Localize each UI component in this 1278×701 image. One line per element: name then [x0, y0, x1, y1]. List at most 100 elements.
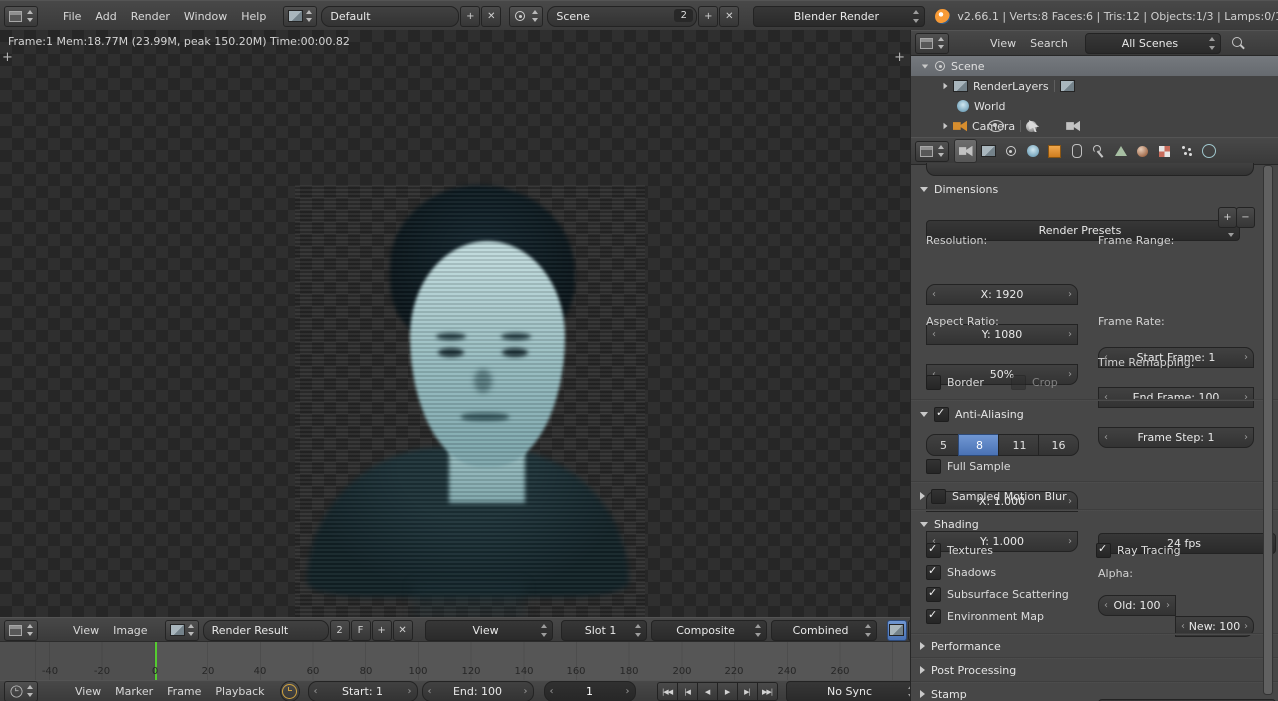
editor-type-button-outliner[interactable] — [915, 33, 949, 54]
ray-tracing-row[interactable]: Ray Tracing — [1096, 543, 1181, 558]
scene-name-field[interactable]: Scene 2 — [547, 6, 697, 27]
screen-browse-button[interactable] — [283, 6, 317, 27]
unlink-image-button[interactable]: ✕ — [393, 620, 413, 641]
menu-image[interactable]: Image — [106, 624, 154, 637]
samples-5-button[interactable]: 5 — [926, 434, 961, 456]
new-image-button[interactable]: + — [372, 620, 392, 641]
properties-tab-physics[interactable] — [1198, 140, 1219, 162]
end-frame-field[interactable]: End: 100 — [422, 681, 534, 701]
render-engine-select[interactable]: Blender Render — [753, 6, 925, 27]
shadows-row[interactable]: Shadows — [926, 565, 996, 580]
panel-header-motion-blur[interactable]: Sampled Motion Blur — [911, 485, 1265, 507]
image-name-field[interactable]: Render Result — [203, 620, 329, 641]
menu-file[interactable]: File — [56, 10, 88, 23]
jump-prev-keyframe-button[interactable]: |◀ — [677, 682, 698, 701]
subsurface-row[interactable]: Subsurface Scattering — [926, 587, 1069, 602]
current-frame-field[interactable]: 1 — [544, 681, 636, 701]
render-slot-select[interactable]: Slot 1 — [561, 620, 647, 641]
panel-header-stamp[interactable]: Stamp — [911, 683, 1265, 701]
crop-checkbox-row[interactable]: Crop — [1011, 375, 1058, 390]
image-editor-viewport[interactable]: Frame:1 Mem:18.77M (23.99M, peak 150.20M… — [0, 30, 910, 617]
properties-tab-scene[interactable] — [1000, 140, 1021, 162]
samples-8-button[interactable]: 8 — [958, 434, 1001, 456]
panel-header-post-processing[interactable]: Post Processing — [911, 659, 1265, 681]
screen-layout-field[interactable]: Default — [321, 6, 459, 27]
full-sample-row[interactable]: Full Sample — [926, 459, 1011, 474]
outliner-scope-select[interactable]: All Scenes — [1085, 33, 1221, 54]
properties-tab-modifiers[interactable] — [1088, 140, 1109, 162]
border-checkbox[interactable] — [926, 375, 941, 390]
editor-type-button-image[interactable] — [4, 620, 38, 641]
outliner-row-camera[interactable]: Camera — [911, 116, 1278, 136]
environment-map-row[interactable]: Environment Map — [926, 609, 1044, 624]
sync-mode-select[interactable]: No Sync — [786, 681, 920, 701]
jump-to-end-button[interactable]: ▶▶| — [757, 682, 778, 701]
delete-screen-button[interactable]: ✕ — [481, 6, 501, 27]
crop-checkbox[interactable] — [1011, 375, 1026, 390]
panel-header-anti-aliasing[interactable]: Anti-Aliasing — [911, 403, 1265, 425]
full-sample-checkbox[interactable] — [926, 459, 941, 474]
menu-view[interactable]: View — [983, 37, 1023, 50]
search-icon[interactable] — [1231, 36, 1245, 50]
properties-tab-world[interactable] — [1022, 140, 1043, 162]
add-preset-button[interactable]: + — [1218, 207, 1237, 228]
properties-tab-render-layers[interactable] — [978, 140, 999, 162]
textures-checkbox[interactable] — [926, 543, 941, 558]
preview-range-toggle[interactable] — [280, 681, 300, 701]
frame-step-field[interactable]: Frame Step: 1 — [1098, 427, 1254, 448]
editor-type-button-properties[interactable] — [915, 141, 949, 162]
anti-aliasing-checkbox[interactable] — [934, 407, 949, 422]
image-browse-button[interactable] — [165, 620, 199, 641]
collapse-icon[interactable] — [922, 64, 928, 68]
region-split-right-icon[interactable]: + — [894, 52, 905, 64]
timeline-track[interactable]: -40 -20 0 20 40 60 80 100 120 140 160 18… — [0, 641, 910, 681]
remap-old-field[interactable]: Old: 100 — [1098, 595, 1176, 616]
scene-users-badge[interactable]: 2 — [674, 9, 693, 22]
panel-header-shading[interactable]: Shading — [911, 513, 1265, 535]
properties-tab-object-data[interactable] — [1110, 140, 1131, 162]
properties-tab-texture[interactable] — [1154, 140, 1175, 162]
expand-icon[interactable] — [944, 83, 948, 89]
properties-tab-render[interactable] — [954, 139, 977, 163]
outliner-row-renderlayers[interactable]: RenderLayers — [911, 76, 1278, 96]
menu-render[interactable]: Render — [124, 10, 177, 23]
properties-tab-constraints[interactable] — [1066, 140, 1087, 162]
expand-icon[interactable] — [944, 123, 948, 129]
subsurface-checkbox[interactable] — [926, 587, 941, 602]
menu-help[interactable]: Help — [234, 10, 273, 23]
motion-blur-checkbox[interactable] — [931, 489, 946, 504]
panel-header-performance[interactable]: Performance — [911, 635, 1265, 657]
start-frame-field[interactable]: Start: 1 — [308, 681, 418, 701]
editing-mode-select[interactable]: View — [425, 620, 553, 641]
restrict-render-camera-icon[interactable] — [1066, 121, 1080, 132]
properties-tab-object[interactable] — [1044, 140, 1065, 162]
menu-search[interactable]: Search — [1023, 37, 1075, 50]
outliner-item-label[interactable]: Scene — [951, 60, 985, 73]
editor-type-button-timeline[interactable] — [4, 681, 38, 701]
textures-row[interactable]: Textures — [926, 543, 993, 558]
play-button[interactable]: ▶ — [717, 682, 738, 701]
scene-browse-button[interactable] — [509, 6, 543, 27]
menu-view[interactable]: View — [66, 624, 106, 637]
properties-tab-particles[interactable] — [1176, 140, 1197, 162]
render-pass-select[interactable]: Combined — [771, 620, 877, 641]
panel-header-dimensions[interactable]: Dimensions — [911, 179, 1265, 199]
properties-scrollbar[interactable] — [1263, 165, 1273, 695]
samples-16-button[interactable]: 16 — [1038, 434, 1079, 456]
remove-preset-button[interactable]: − — [1236, 207, 1255, 228]
editor-type-button-info[interactable] — [4, 6, 38, 27]
ray-tracing-checkbox[interactable] — [1096, 543, 1111, 558]
add-screen-button[interactable]: + — [460, 6, 480, 27]
image-users-button[interactable]: 2 — [330, 620, 350, 641]
outliner-row-scene[interactable]: Scene — [911, 56, 1278, 76]
region-split-left-icon[interactable]: + — [2, 52, 13, 64]
menu-frame[interactable]: Frame — [160, 685, 208, 698]
delete-scene-button[interactable]: ✕ — [719, 6, 739, 27]
resolution-x-field[interactable]: X: 1920 — [926, 284, 1078, 305]
border-checkbox-row[interactable]: Border — [926, 375, 984, 390]
samples-11-button[interactable]: 11 — [998, 434, 1041, 456]
shadows-checkbox[interactable] — [926, 565, 941, 580]
properties-tab-material[interactable] — [1132, 140, 1153, 162]
menu-marker[interactable]: Marker — [108, 685, 160, 698]
add-scene-button[interactable]: + — [698, 6, 718, 27]
